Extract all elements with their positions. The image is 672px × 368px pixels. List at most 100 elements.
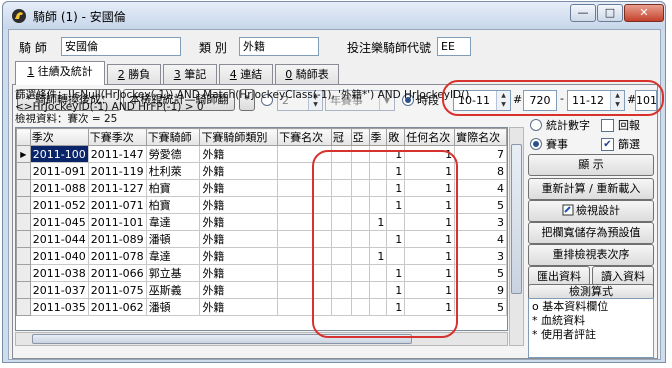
table-cell[interactable] [330,298,352,316]
table-cell[interactable] [368,264,388,282]
table-cell[interactable] [330,179,352,197]
table-cell[interactable]: 1 [386,145,406,163]
table-cell[interactable] [368,162,388,180]
table-cell[interactable]: 1 [368,213,388,231]
table-cell[interactable]: 1 [386,179,406,197]
table-cell[interactable] [330,145,352,163]
table-cell[interactable]: 2011-052 [29,196,89,214]
table-cell[interactable]: 2011-062 [87,298,147,316]
table-cell[interactable] [386,213,406,231]
table-cell[interactable]: 1 [368,247,388,265]
minimize-button[interactable]: — [570,4,596,22]
column-header[interactable]: 敗 [386,128,406,146]
table-cell[interactable]: 1 [404,230,456,248]
jockey-field[interactable]: 安國倫 [61,37,181,56]
table-cell[interactable]: 2011-045 [29,213,89,231]
table-cell[interactable] [350,230,370,248]
table-cell[interactable] [330,264,352,282]
vertical-scrollbar[interactable] [509,127,524,346]
table-cell[interactable] [277,247,332,265]
table-cell[interactable]: 潘頓 [145,298,201,316]
column-header[interactable]: 任何名次 [404,128,456,146]
table-cell[interactable]: 外籍 [199,179,279,197]
table-cell[interactable]: 1 [386,196,406,214]
table-cell[interactable] [277,162,332,180]
table-cell[interactable] [330,213,352,231]
list-item[interactable]: * 血統資料 [532,314,650,328]
column-header[interactable]: 下賽騎師類別 [199,128,279,146]
table-cell[interactable] [368,179,388,197]
table-cell[interactable]: 5 [454,298,507,316]
row-indicator[interactable] [16,230,31,248]
table-cell[interactable]: 2011-147 [87,145,147,163]
table-cell[interactable]: 5 [454,196,507,214]
table-cell[interactable]: 1 [386,230,406,248]
table-cell[interactable]: 1 [404,298,456,316]
table-cell[interactable]: 2011-075 [87,281,147,299]
table-cell[interactable]: 2011-071 [87,196,147,214]
rearrange-button[interactable]: 重排檢視表次序 [528,244,654,266]
horizontal-scrollbar[interactable] [15,332,508,346]
horizontal-scroll-thumb[interactable] [32,334,412,344]
table-row[interactable]: 2011-044 2011-089 潘頓 外籍 1 1 4 [16,230,507,248]
tab-records[interactable]: 1 往績及統計 [15,61,105,85]
table-cell[interactable] [368,145,388,163]
table-cell[interactable]: 外籍 [199,230,279,248]
table-row[interactable]: 2011-091 2011-119 杜利萊 外籍 1 1 8 [16,162,507,180]
column-header[interactable]: 季 [368,128,388,146]
list-item[interactable]: o 基本資料欄位 [532,300,650,314]
table-cell[interactable]: 潘頓 [145,230,201,248]
table-cell[interactable]: 2011-040 [29,247,89,265]
table-cell[interactable]: 2011-119 [87,162,147,180]
table-cell[interactable]: 柏寶 [145,196,201,214]
table-cell[interactable]: 8 [454,162,507,180]
table-row[interactable]: 2011-045 2011-101 韋達 外籍 1 1 3 [16,213,507,231]
table-cell[interactable]: 4 [454,179,507,197]
stat-numbers-radio[interactable] [530,119,542,131]
table-cell[interactable] [368,298,388,316]
table-cell[interactable]: 勞愛德 [145,145,201,163]
table-cell[interactable] [350,162,370,180]
column-header[interactable]: 冠 [330,128,352,146]
table-cell[interactable] [277,230,332,248]
table-cell[interactable]: 1 [404,145,456,163]
table-cell[interactable]: 外籍 [199,145,279,163]
table-cell[interactable] [350,281,370,299]
table-row[interactable]: 2011-037 2011-075 巫斯義 外籍 1 1 9 [16,281,507,299]
vertical-scroll-thumb[interactable] [511,144,522,294]
table-cell[interactable]: 1 [404,179,456,197]
table-cell[interactable]: 2011-037 [29,281,89,299]
row-indicator[interactable] [16,264,31,282]
row-indicator[interactable] [16,162,31,180]
close-button[interactable]: ✕ [624,4,664,22]
table-cell[interactable] [386,247,406,265]
table-cell[interactable]: 杜利萊 [145,162,201,180]
results-grid[interactable]: 季次 下賽季次 下賽騎師 下賽騎師類別 下賽名次冠亞季敗任何名次 實際名次 ▶ 2011-1… [15,127,508,331]
table-cell[interactable]: 巫斯義 [145,281,201,299]
row-indicator[interactable] [16,196,31,214]
table-cell[interactable] [350,179,370,197]
table-cell[interactable] [330,196,352,214]
table-cell[interactable] [277,196,332,214]
table-row[interactable]: ▶ 2011-100 2011-147 勞愛德 外籍 1 1 7 [16,145,507,163]
column-header[interactable]: 下賽騎師 [145,128,201,146]
column-header[interactable]: 亞 [350,128,370,146]
table-cell[interactable]: 2011-066 [87,264,147,282]
table-cell[interactable]: 韋達 [145,247,201,265]
table-cell[interactable]: 3 [454,247,507,265]
table-cell[interactable] [277,213,332,231]
code-field[interactable]: EE [437,37,471,56]
table-cell[interactable]: 外籍 [199,162,279,180]
display-button[interactable]: 顯 示 [528,154,654,176]
table-cell[interactable]: 2011-127 [87,179,147,197]
table-cell[interactable] [368,230,388,248]
spinner-arrows-icon[interactable]: ▲ ▼ [610,91,624,110]
table-cell[interactable]: 外籍 [199,264,279,282]
table-cell[interactable] [350,247,370,265]
table-cell[interactable] [330,281,352,299]
range2-from-spinner[interactable]: 11-12 ▲ ▼ [567,90,625,111]
row-indicator[interactable] [16,298,31,316]
table-cell[interactable]: 1 [404,162,456,180]
tab-jockey-table[interactable]: 0 騎師表 [275,64,339,84]
table-cell[interactable]: 2011-035 [29,298,89,316]
